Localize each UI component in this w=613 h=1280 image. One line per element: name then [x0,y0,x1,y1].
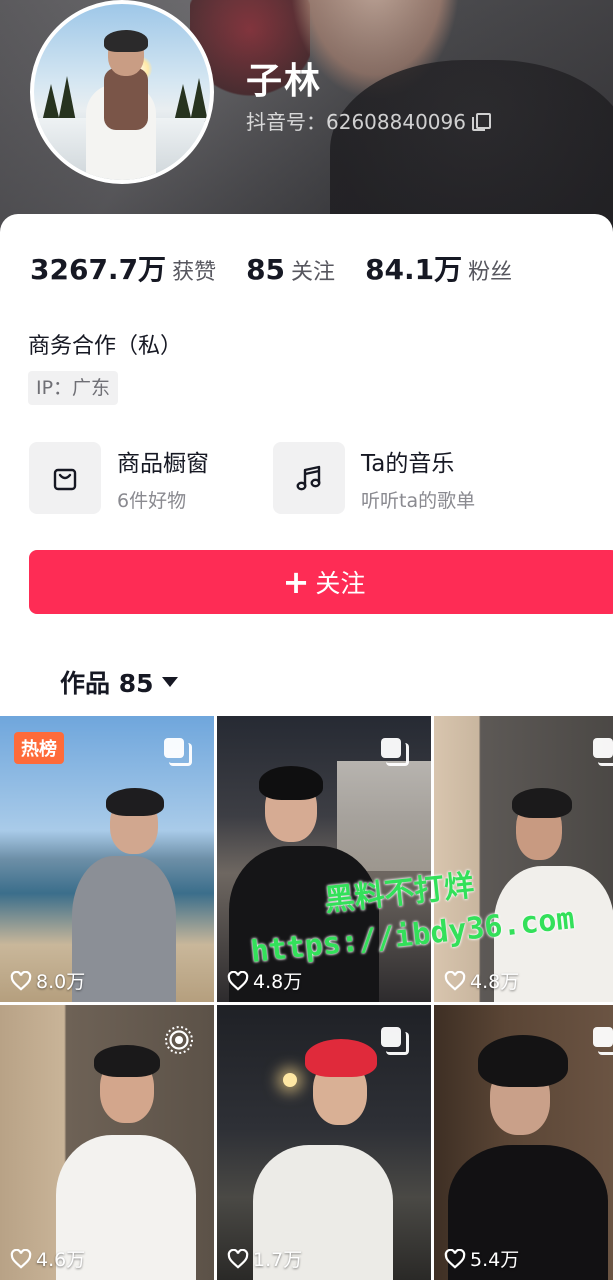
plus-icon: + [282,563,310,601]
heart-icon [227,1248,249,1269]
stat-following-label: 关注 [291,260,336,285]
avatar-scarf [104,68,148,130]
stat-likes-label: 获赞 [172,260,217,285]
live-photo-icon [165,1026,193,1054]
video-tile[interactable]: 热榜 8.0万 [0,716,214,1002]
video-likes: 4.8万 [227,967,302,994]
copy-icon[interactable] [471,112,491,131]
video-figure-hair [512,788,572,818]
multi-image-icon [164,738,192,766]
username: 子林 [246,61,323,102]
stat-likes-value: 3267.7万 [30,253,167,286]
follow-button-label: 关注 [315,569,366,598]
video-figure [72,856,176,1002]
music-note-icon [273,442,345,514]
caret-down-icon [161,677,178,687]
stat-followers-label: 粉丝 [468,260,513,285]
video-thumbnail-light [283,1073,297,1087]
stats-row: 3267.7万 获赞 85 关注 84.1万 粉丝 [30,248,542,288]
douyin-id-text: 抖音号：62608840096 [246,110,466,134]
video-likes: 1.7万 [227,1245,302,1272]
multi-image-icon [381,738,409,766]
douyin-id[interactable]: 抖音号：62608840096 [246,106,491,135]
video-figure-hair [106,788,164,816]
follow-button[interactable]: + 关注 [29,550,613,614]
avatar-tree [190,78,208,122]
video-likes-count: 4.8万 [253,971,303,993]
video-tile[interactable]: 1.7万 [217,1005,431,1280]
video-tile[interactable]: 4.8万 [434,716,613,1002]
avatar-hair [104,30,148,52]
tab-works-label: 作品 85 [60,669,154,698]
heart-icon [444,970,466,991]
stat-followers[interactable]: 84.1万 粉丝 [365,248,512,288]
video-tile[interactable]: 4.6万 [0,1005,214,1280]
shopping-bag-icon [29,442,101,514]
stat-likes: 3267.7万 获赞 [30,248,216,288]
video-grid: 热榜 8.0万 4.8万 4.8万 4.6万 1.7万 5.4万 [0,716,613,1280]
multi-image-icon [593,1027,613,1055]
shop-window-entry[interactable]: 商品橱窗 6件好物 [29,442,209,514]
avatar-tree [58,76,76,122]
ip-tag: IP：广东 [28,371,119,405]
video-likes: 4.8万 [444,967,519,994]
multi-image-icon [593,738,613,766]
multi-image-icon [381,1027,409,1055]
stat-following-value: 85 [246,253,286,286]
music-entry[interactable]: Ta的音乐 听听ta的歌单 [273,442,475,514]
video-likes: 4.6万 [10,1245,85,1272]
video-likes-count: 5.4万 [470,1249,520,1271]
video-figure-hair [94,1045,160,1077]
video-likes: 5.4万 [444,1245,519,1272]
shop-window-title: 商品橱窗 [117,450,209,477]
music-subtitle: 听听ta的歌单 [361,489,476,512]
video-likes-count: 4.8万 [470,971,520,993]
heart-icon [10,1248,32,1269]
music-title: Ta的音乐 [361,450,455,477]
video-likes-count: 8.0万 [36,971,86,993]
hot-list-badge: 热榜 [14,732,64,764]
heart-icon [444,1248,466,1269]
profile-header: 子林 抖音号：62608840096 [0,0,613,232]
heart-icon [227,970,249,991]
video-tile[interactable]: 5.4万 [434,1005,613,1280]
video-likes-count: 4.6万 [36,1249,86,1271]
video-thumbnail-shop [337,761,431,871]
video-figure-hair [259,766,323,800]
tab-works[interactable]: 作品 85 [60,664,178,700]
video-likes-count: 1.7万 [253,1249,303,1271]
video-likes: 8.0万 [10,967,85,994]
bio-text: 商务合作（私） [28,334,183,359]
stat-following[interactable]: 85 关注 [246,253,335,286]
video-figure-hair [305,1039,377,1077]
avatar[interactable] [30,0,214,184]
stat-followers-value: 84.1万 [365,253,463,286]
video-tile[interactable]: 4.8万 [217,716,431,1002]
heart-icon [10,970,32,991]
shop-window-subtitle: 6件好物 [117,489,187,512]
video-figure-hair [478,1035,568,1087]
